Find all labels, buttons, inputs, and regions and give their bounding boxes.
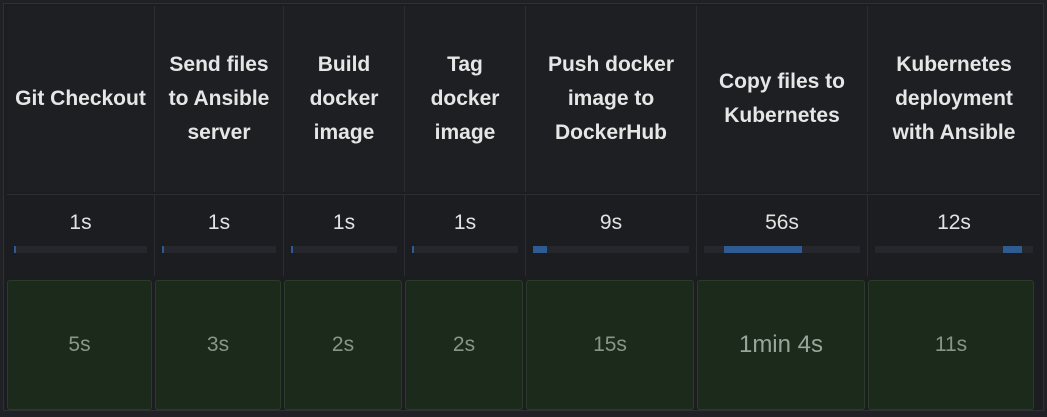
stage-run-duration: 11s xyxy=(934,333,968,356)
average-time-value: 12s xyxy=(937,211,971,234)
stage-header-tag-image: Tag docker image xyxy=(405,6,526,192)
stage-run-duration: 15s xyxy=(593,333,627,356)
average-time-bar-fill xyxy=(291,246,293,253)
average-time-cell: 1s xyxy=(284,194,405,276)
stage-header-label: Tag docker image xyxy=(430,53,500,144)
stage-run-cell-push-image[interactable]: 15s xyxy=(526,280,694,410)
average-times-row: 1s 1s 1s 1s 9s 56s 12s xyxy=(7,194,1040,276)
average-time-bar xyxy=(875,246,1033,253)
average-time-bar-fill xyxy=(724,246,803,253)
average-time-bar-fill xyxy=(533,246,548,253)
stage-header-label: Git Checkout xyxy=(15,87,146,110)
stage-header-copy-files: Copy files to Kubernetes xyxy=(697,6,868,192)
stage-header-k8s-deploy: Kubernetes deployment with Ansible xyxy=(868,6,1040,192)
average-time-bar-fill xyxy=(162,246,164,253)
average-time-cell: 56s xyxy=(697,194,868,276)
stage-header-label: Push docker image to DockerHub xyxy=(547,53,675,144)
stage-header-git-checkout: Git Checkout xyxy=(7,6,155,192)
stage-run-cell-send-files[interactable]: 3s xyxy=(155,280,281,410)
average-time-value: 1s xyxy=(207,211,231,234)
average-time-bar xyxy=(412,246,518,253)
stage-run-duration: 3s xyxy=(206,333,230,356)
average-time-bar-fill xyxy=(14,246,16,253)
stage-header-send-files: Send files to Ansible server xyxy=(155,6,284,192)
stage-header-build-image: Build docker image xyxy=(284,6,405,192)
stage-header-push-image: Push docker image to DockerHub xyxy=(526,6,697,192)
average-time-cell: 1s xyxy=(155,194,284,276)
average-time-cell: 1s xyxy=(7,194,155,276)
stage-header-row: Git Checkout Send files to Ansible serve… xyxy=(7,6,1040,192)
stage-header-label: Copy files to Kubernetes xyxy=(718,70,845,127)
average-time-cell: 12s xyxy=(868,194,1040,276)
average-time-value: 56s xyxy=(765,211,799,234)
average-time-bar-fill xyxy=(1002,246,1022,253)
stage-run-cell-git-checkout[interactable]: 5s xyxy=(7,280,152,410)
stage-header-label: Build docker image xyxy=(309,53,379,144)
stage-run-duration: 1min 4s xyxy=(738,331,824,358)
stage-header-label: Send files to Ansible server xyxy=(168,53,270,144)
average-time-value: 9s xyxy=(599,211,623,234)
average-time-bar xyxy=(291,246,397,253)
average-time-bar xyxy=(533,246,689,253)
average-time-bar-fill xyxy=(412,246,414,253)
stage-run-duration: 2s xyxy=(452,333,476,356)
average-time-bar xyxy=(14,246,147,253)
stage-view-table: Git Checkout Send files to Ansible serve… xyxy=(3,3,1044,411)
average-time-value: 1s xyxy=(69,211,92,234)
stage-run-cell-tag-image[interactable]: 2s xyxy=(405,280,523,410)
average-time-cell: 9s xyxy=(526,194,697,276)
stage-header-label: Kubernetes deployment with Ansible xyxy=(892,53,1016,144)
average-time-bar xyxy=(162,246,276,253)
average-time-bar xyxy=(704,246,860,253)
stage-run-duration: 5s xyxy=(68,333,91,356)
build-run-row: 5s 3s 2s 2s 15s 1min 4s 11s xyxy=(7,280,1040,410)
stage-run-cell-copy-files[interactable]: 1min 4s xyxy=(697,280,865,410)
average-time-value: 1s xyxy=(453,211,477,234)
stage-run-cell-k8s-deploy[interactable]: 11s xyxy=(868,280,1034,410)
stage-run-cell-build-image[interactable]: 2s xyxy=(284,280,402,410)
average-time-value: 1s xyxy=(332,211,356,234)
stage-run-duration: 2s xyxy=(331,333,355,356)
average-time-cell: 1s xyxy=(405,194,526,276)
